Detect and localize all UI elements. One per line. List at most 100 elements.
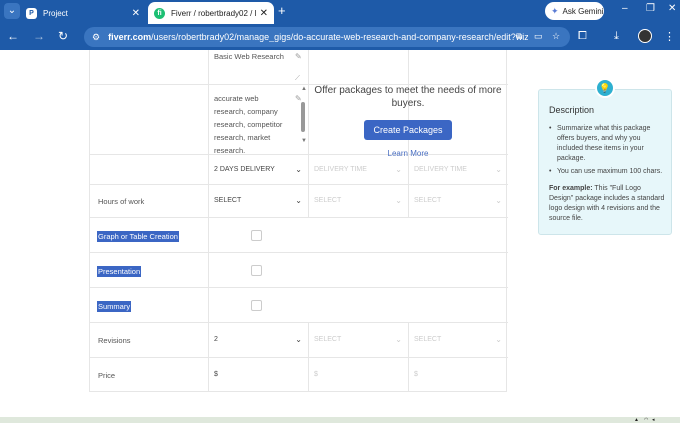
browser-tab-bar: ⌄ P Project ✕ fi Fiverr / robertbrady02 … (0, 0, 680, 24)
browser-menu-icon[interactable]: ⋮ (664, 30, 675, 43)
packages-promo: Offer packages to meet the needs of more… (308, 80, 508, 160)
url-host: fiverr.com (108, 32, 152, 42)
chevron-down-icon: ⌄ (495, 335, 502, 344)
ask-gemini-button[interactable]: ✦ Ask Gemini (545, 2, 604, 20)
system-tray-icon: ▲ (634, 417, 639, 423)
edit-pencil-icon[interactable]: ✎ (295, 52, 302, 61)
standard-name-cell (308, 50, 408, 84)
graph-table-checkbox[interactable] (251, 230, 262, 241)
fiverr-favicon-icon: fi (154, 7, 165, 19)
hours-of-work-label: Hours of work (98, 197, 145, 206)
create-packages-button[interactable]: Create Packages (364, 120, 452, 140)
package-description-value[interactable]: accurate web research, company research,… (214, 92, 292, 157)
presentation-checkbox[interactable] (251, 265, 262, 276)
revisions-select-disabled: SELECT ⌄ (314, 335, 404, 344)
tooltip-bullet: Summarize what this package offers buyer… (549, 124, 667, 164)
select-placeholder: SELECT (214, 197, 242, 204)
select-placeholder: SELECT (414, 336, 442, 343)
close-tab-icon[interactable]: ✕ (260, 8, 268, 19)
promo-title: Offer packages to meet the needs of more… (314, 85, 502, 109)
example-label: For example: (549, 185, 593, 192)
profile-avatar[interactable] (638, 29, 652, 43)
download-icon[interactable]: ⤓ (614, 30, 619, 43)
standard-hours-select: SELECT ⌄ (308, 185, 408, 217)
presentation-label: Presentation (97, 266, 142, 277)
tab-search-icon[interactable]: ⌄ (4, 3, 20, 19)
basic-price-input[interactable]: $ (208, 358, 308, 392)
extensions-icon[interactable]: ⧠ (578, 30, 587, 43)
description-line: research, competitor (214, 120, 283, 129)
scroll-down-icon[interactable]: ▼ (301, 138, 307, 144)
delivery-select-disabled: DELIVERY TIME ⌄ (414, 165, 504, 174)
revisions-row: Revisions 2 ⌄ SELECT ⌄ SELECT ⌄ (90, 323, 508, 358)
tooltip-bullet: You can use maximum 100 chars. (549, 167, 667, 177)
description-line: research, company (214, 107, 278, 116)
standard-revisions-select: SELECT ⌄ (308, 323, 408, 357)
new-tab-icon[interactable]: + (278, 3, 286, 18)
site-settings-icon[interactable]: ⚙ (92, 32, 100, 43)
description-line: accurate web (214, 94, 259, 103)
window-close-icon[interactable]: ✕ (668, 3, 676, 14)
page-content: Basic Web Research ⟋ ✎ accurate web rese… (0, 50, 680, 417)
basic-hours-select[interactable]: SELECT ⌄ (208, 185, 308, 217)
revisions-select-disabled: SELECT ⌄ (414, 335, 504, 344)
premium-name-cell (408, 50, 508, 84)
maximize-icon[interactable]: ❐ (646, 3, 655, 14)
hours-select[interactable]: SELECT ⌄ (214, 196, 304, 205)
url-path: /users/robertbrady02/manage_gigs/do-accu… (151, 32, 529, 42)
presentation-row: Presentation (90, 253, 508, 288)
standard-price-input: $ (308, 358, 408, 392)
chevron-down-icon: ⌄ (495, 196, 502, 205)
package-name-value[interactable]: Basic Web Research (214, 52, 284, 61)
packages-table: Basic Web Research ⟋ ✎ accurate web rese… (89, 50, 508, 392)
address-bar[interactable]: ⚙ fiverr.com/users/robertbrady02/manage_… (84, 27, 570, 47)
gemini-sparkle-icon: ✦ (551, 5, 559, 16)
tab-share-icon[interactable]: ⧉ (516, 31, 522, 42)
description-tooltip: 💡 Description Summarize what this packag… (538, 78, 672, 235)
tab-project[interactable]: P Project ✕ (20, 2, 146, 24)
project-favicon-icon: P (26, 7, 37, 19)
back-icon[interactable]: ← (7, 29, 19, 43)
basic-presentation-cell (208, 253, 308, 287)
wifi-icon: ◠ (644, 417, 649, 423)
summary-row: Summary (90, 288, 508, 323)
chevron-down-icon: ⌄ (495, 165, 502, 174)
tooltip-example: For example: This "Full Logo Design" pac… (549, 184, 667, 224)
url-text[interactable]: fiverr.com/users/robertbrady02/manage_gi… (108, 32, 528, 42)
scroll-up-icon[interactable]: ▲ (301, 86, 307, 92)
minimize-icon[interactable]: – (622, 3, 628, 14)
forward-icon[interactable]: → (33, 29, 45, 43)
close-tab-icon[interactable]: ✕ (132, 8, 140, 19)
basic-revisions-select[interactable]: 2 ⌄ (208, 323, 308, 357)
revisions-select[interactable]: 2 ⌄ (214, 335, 304, 344)
delivery-value: 2 DAYS DELIVERY (214, 166, 275, 173)
summary-label: Summary (97, 301, 132, 312)
select-placeholder: SELECT (414, 197, 442, 204)
delivery-select[interactable]: 2 DAYS DELIVERY ⌄ (214, 165, 304, 174)
basic-delivery-select[interactable]: 2 DAYS DELIVERY ⌄ (208, 155, 308, 184)
description-scrollbar[interactable] (301, 102, 305, 132)
tab-title: Fiverr / robertbrady02 / Edit (171, 8, 256, 18)
hours-select-disabled: SELECT ⌄ (314, 196, 404, 205)
cast-icon[interactable]: ▭ (534, 31, 543, 42)
delivery-placeholder: DELIVERY TIME (314, 166, 367, 173)
revisions-label: Revisions (98, 336, 131, 345)
resize-handle-icon[interactable]: ⟋ (295, 75, 300, 83)
chevron-down-icon: ⌄ (295, 335, 302, 344)
edit-pencil-icon[interactable]: ✎ (295, 94, 302, 103)
browser-toolbar: ← → ↻ ⚙ fiverr.com/users/robertbrady02/m… (0, 24, 680, 50)
premium-revisions-select: SELECT ⌄ (408, 323, 508, 357)
tab-fiverr[interactable]: fi Fiverr / robertbrady02 / Edit ✕ (148, 2, 274, 24)
learn-more-link[interactable]: Learn More (308, 149, 508, 158)
summary-checkbox[interactable] (251, 300, 262, 311)
basic-summary-cell (208, 288, 308, 322)
chevron-down-icon: ⌄ (295, 165, 302, 174)
description-line: research, market (214, 133, 271, 142)
taskbar-strip: ▲ ◠ ◂ (0, 417, 680, 423)
reload-icon[interactable]: ↻ (58, 29, 68, 43)
hours-select-disabled: SELECT ⌄ (414, 196, 504, 205)
tab-title: Project (43, 8, 68, 18)
price-row: Price $ $ $ (90, 358, 508, 392)
select-placeholder: SELECT (314, 197, 342, 204)
bookmark-star-icon[interactable]: ☆ (552, 31, 560, 42)
